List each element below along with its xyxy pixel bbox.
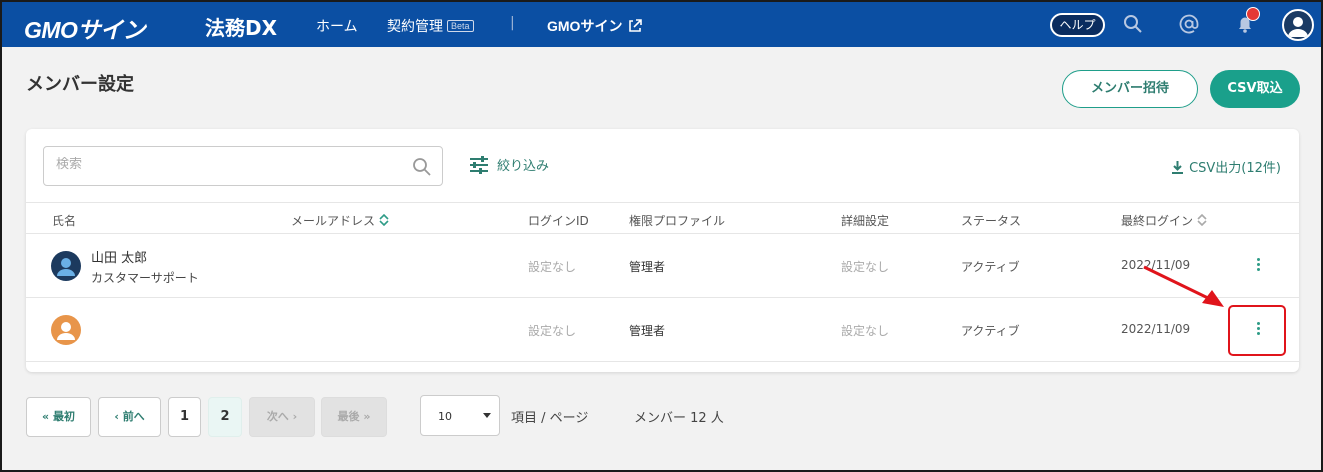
per-page-value: 10 — [438, 410, 452, 423]
app-header: GMOサイン 法務DX ホーム 契約管理 Beta | GMOサイン ヘルプ — [2, 2, 1321, 47]
sort-icon — [379, 214, 389, 226]
status-cell: アクティブ — [961, 324, 1020, 338]
nav-gmo-sign[interactable]: GMOサイン — [547, 16, 643, 36]
member-department: カスタマーサポート — [91, 271, 199, 285]
next-page-button[interactable]: 次へ › — [249, 397, 315, 437]
brand-logo[interactable]: GMOサイン — [24, 11, 145, 45]
search-input[interactable] — [56, 157, 396, 172]
login-id-cell: 設定なし — [528, 324, 577, 338]
member-table-card: 絞り込み CSV出力(12件) 氏名 メールアドレス ログインID 権限プロファ… — [26, 129, 1299, 372]
prev-page-label: 前へ — [122, 410, 145, 423]
header-profile: 権限プロファイル — [629, 214, 726, 228]
csv-export-label: CSV出力(12件) — [1189, 161, 1281, 176]
prev-page-button[interactable]: ‹ 前へ — [98, 397, 161, 437]
search-icon[interactable] — [1122, 13, 1144, 35]
header-login-id: ログインID — [528, 214, 589, 228]
table-row[interactable]: 設定なし 管理者 設定なし アクティブ 2022/11/09 — [26, 298, 1299, 362]
header-status: ステータス — [961, 214, 1022, 228]
profile-cell: 管理者 — [629, 260, 666, 274]
table-row[interactable]: 山田 太郎 カスタマーサポート 設定なし 管理者 設定なし アクティブ 2022… — [26, 234, 1299, 298]
detail-cell: 設定なし — [841, 324, 890, 338]
filter-label: 絞り込み — [497, 159, 550, 174]
annotation-highlight-box — [1228, 305, 1286, 356]
row-menu-button[interactable] — [1254, 256, 1262, 276]
header-detail: 詳細設定 — [841, 214, 890, 228]
annotation-arrow-icon — [1143, 265, 1224, 307]
brand-subtitle: 法務DX — [205, 16, 278, 40]
user-icon — [57, 322, 75, 340]
nav-separator: | — [510, 15, 515, 31]
header-name: 氏名 — [52, 214, 77, 228]
sliders-icon — [470, 156, 488, 174]
external-link-icon — [629, 19, 643, 32]
per-page-label: 項目 / ページ — [511, 411, 589, 426]
csv-import-button[interactable]: CSV取込 — [1210, 70, 1300, 108]
search-box — [43, 146, 443, 186]
next-page-label: 次へ — [266, 410, 289, 423]
user-avatar[interactable] — [1282, 9, 1314, 41]
help-button[interactable]: ヘルプ — [1050, 13, 1105, 37]
header-email[interactable]: メールアドレス — [291, 212, 389, 229]
avatar — [51, 251, 81, 281]
page-2-button[interactable]: 2 — [208, 397, 242, 437]
per-page-select[interactable]: 10 — [420, 395, 500, 436]
download-icon — [1172, 161, 1184, 174]
last-page-label: 最後 — [337, 410, 360, 423]
table-header: 氏名 メールアドレス ログインID 権限プロファイル 詳細設定 ステータス 最終… — [26, 202, 1299, 234]
first-page-button[interactable]: « 最初 — [26, 397, 91, 437]
detail-cell: 設定なし — [841, 260, 890, 274]
header-last-login-label: 最終ログイン — [1121, 214, 1194, 228]
header-email-label: メールアドレス — [291, 214, 376, 228]
header-last-login[interactable]: 最終ログイン — [1121, 212, 1207, 229]
nav-home[interactable]: ホーム — [316, 16, 358, 36]
search-icon[interactable] — [412, 157, 432, 177]
status-cell: アクティブ — [961, 260, 1020, 274]
last-login-cell: 2022/11/09 — [1121, 322, 1191, 336]
nav-contract[interactable]: 契約管理 Beta — [387, 16, 474, 36]
user-icon — [57, 258, 75, 276]
page-title: メンバー設定 — [26, 74, 134, 95]
mention-icon[interactable] — [1178, 13, 1200, 35]
invite-member-button[interactable]: メンバー招待 — [1062, 70, 1198, 108]
first-page-label: 最初 — [52, 410, 75, 423]
last-page-button[interactable]: 最後 » — [321, 397, 387, 437]
nav-contract-label: 契約管理 — [387, 19, 443, 35]
avatar — [51, 315, 81, 345]
chevron-down-icon — [483, 413, 491, 418]
filter-button[interactable]: 絞り込み — [469, 155, 549, 174]
notification-badge — [1246, 7, 1260, 21]
login-id-cell: 設定なし — [528, 260, 577, 274]
beta-badge: Beta — [447, 20, 474, 32]
member-count: メンバー 12 人 — [634, 411, 724, 426]
csv-export-button[interactable]: CSV出力(12件) — [1172, 157, 1281, 176]
sort-icon — [1197, 214, 1207, 226]
user-icon — [1288, 17, 1308, 37]
profile-cell: 管理者 — [629, 324, 666, 338]
member-name: 山田 太郎 — [91, 251, 148, 266]
nav-gmo-sign-label: GMOサイン — [547, 18, 623, 34]
page-1-button[interactable]: 1 — [168, 397, 201, 437]
